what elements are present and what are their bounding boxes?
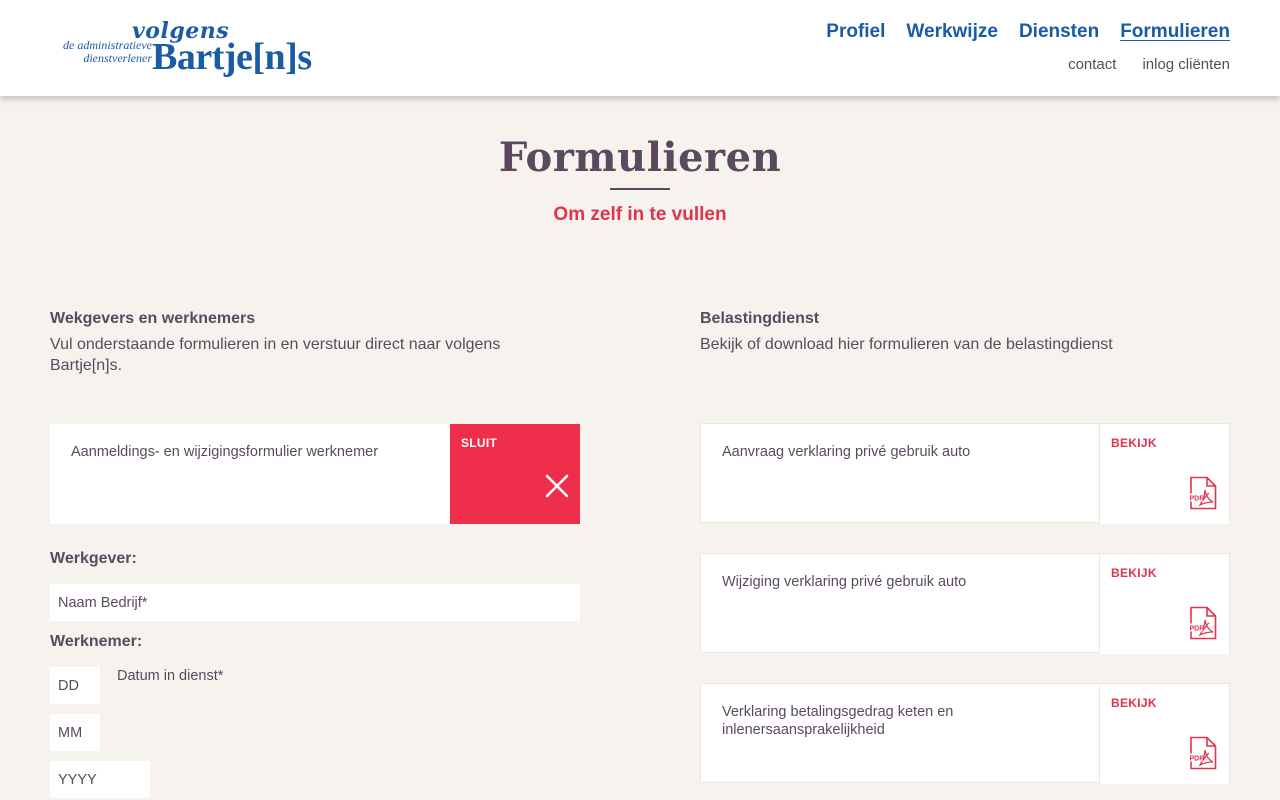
secondary-nav: contact inlog cliënten <box>1068 56 1230 73</box>
logo-tagline-2: dienstverlener <box>83 51 152 65</box>
logo-wordmark: Bartje[n]s <box>152 36 312 78</box>
pdf-icon: PDF <box>1188 606 1217 640</box>
view-label: BEKIJK <box>1111 696 1157 710</box>
nav-diensten[interactable]: Diensten <box>1019 21 1099 43</box>
logo-tagline: de administratieve dienstverlener <box>50 39 152 65</box>
pdf-icon: PDF <box>1188 476 1217 510</box>
start-month-input[interactable] <box>50 714 100 751</box>
download-card-private-car-request[interactable]: Aanvraag verklaring privé gebruik auto B… <box>700 423 1230 524</box>
view-label: BEKIJK <box>1111 566 1157 580</box>
main-nav: Profiel Werkwijze Diensten Formulieren <box>826 21 1230 43</box>
tax-office-description: Bekijk of download hier formulieren van … <box>700 336 1113 353</box>
view-pdf-button[interactable]: BEKIJK PDF <box>1099 554 1229 654</box>
svg-text:PDF: PDF <box>1190 496 1205 503</box>
start-date-label: Datum in dienst* <box>117 668 224 684</box>
page-title: Formulieren <box>498 134 782 181</box>
page-subtitle: Om zelf in te vullen <box>553 204 727 225</box>
form-card-employee-registration[interactable]: Aanmeldings- en wijzigingsformulier werk… <box>50 424 580 524</box>
download-card-label: Verklaring betalingsgedrag keten en inle… <box>722 704 954 738</box>
close-form-label: SLUIT <box>461 436 498 450</box>
svg-text:PDF: PDF <box>1190 626 1205 633</box>
logo-tagline-1: de administratieve <box>63 38 152 52</box>
start-day-input[interactable] <box>50 667 100 704</box>
close-icon <box>545 474 569 498</box>
start-year-input[interactable] <box>50 761 150 798</box>
view-label: BEKIJK <box>1111 436 1157 450</box>
svg-text:PDF: PDF <box>1190 756 1205 763</box>
brand-logo[interactable]: volgens de administratieve dienstverlene… <box>50 18 312 78</box>
view-pdf-button[interactable]: BEKIJK PDF <box>1099 424 1229 524</box>
nav-formulieren[interactable]: Formulieren <box>1120 21 1230 43</box>
pdf-icon: PDF <box>1188 736 1217 770</box>
employers-heading: Wekgevers en werknemers <box>50 310 256 327</box>
employers-description: Vul onderstaande formulieren in en verst… <box>50 336 501 374</box>
close-form-button[interactable]: SLUIT <box>450 424 580 524</box>
nav-werkwijze[interactable]: Werkwijze <box>906 21 998 43</box>
nav-inlog-clienten[interactable]: inlog cliënten <box>1142 56 1230 73</box>
employer-label: Werkgever: <box>50 550 137 567</box>
nav-contact[interactable]: contact <box>1068 56 1116 73</box>
download-card-label: Wijziging verklaring privé gebruik auto <box>722 574 967 590</box>
download-card-payment-behaviour[interactable]: Verklaring betalingsgedrag keten en inle… <box>700 683 1230 784</box>
view-pdf-button[interactable]: BEKIJK PDF <box>1099 684 1229 784</box>
download-card-private-car-change[interactable]: Wijziging verklaring privé gebruik auto … <box>700 553 1230 654</box>
title-divider <box>610 188 670 190</box>
tax-office-heading: Belastingdienst <box>700 310 820 327</box>
company-name-input[interactable] <box>50 584 580 621</box>
download-card-label: Aanvraag verklaring privé gebruik auto <box>722 444 971 460</box>
form-card-label: Aanmeldings- en wijzigingsformulier werk… <box>71 444 379 460</box>
site-header: volgens de administratieve dienstverlene… <box>0 0 1280 96</box>
nav-profiel[interactable]: Profiel <box>826 21 885 43</box>
employee-label: Werknemer: <box>50 633 143 650</box>
